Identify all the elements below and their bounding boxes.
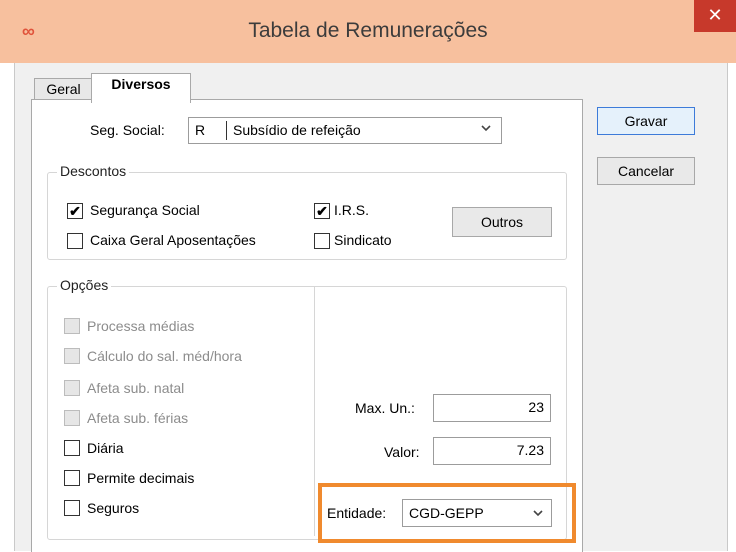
close-button[interactable]: ✕ (694, 0, 736, 32)
processa-medias-label: Processa médias (87, 318, 195, 334)
seguros-label: Seguros (87, 500, 140, 516)
seguranca-social-label: Segurança Social (90, 202, 200, 218)
outros-button[interactable]: Outros (452, 207, 552, 237)
seg-social-value: Subsídio de refeição (233, 122, 361, 138)
irs-label: I.R.S. (334, 202, 370, 218)
entidade-select[interactable]: CGD-GEPP (402, 499, 552, 527)
valor-label: Valor: (384, 444, 420, 460)
seg-social-separator (226, 121, 227, 140)
entidade-label: Entidade: (327, 505, 387, 521)
afeta-sub-natal-checkbox (64, 380, 80, 396)
window-title: Tabela de Remunerações (248, 19, 488, 42)
calculo-sal-label: Cálculo do sal. méd/hora (87, 348, 242, 364)
processa-medias-checkbox (64, 318, 80, 334)
max-un-input[interactable]: 23 (433, 394, 551, 422)
caixa-geral-checkbox[interactable] (67, 233, 83, 249)
seg-social-label: Seg. Social: (90, 122, 165, 138)
diaria-checkbox[interactable] (64, 440, 80, 456)
afeta-sub-ferias-label: Afeta sub. férias (87, 410, 189, 426)
seg-social-select[interactable]: R Subsídio de refeição (188, 117, 502, 144)
tab-diversos[interactable]: Diversos (91, 73, 191, 103)
valor-input[interactable]: 7.23 (433, 437, 551, 465)
seguros-checkbox[interactable] (64, 500, 80, 516)
entidade-value: CGD-GEPP (409, 505, 484, 521)
max-un-label: Max. Un.: (355, 400, 415, 416)
irs-checkbox[interactable]: ✔ (314, 203, 330, 219)
permite-decimais-checkbox[interactable] (64, 470, 80, 486)
sindicato-label: Sindicato (334, 232, 392, 248)
afeta-sub-natal-label: Afeta sub. natal (87, 380, 185, 396)
opcoes-legend: Opções (57, 277, 112, 293)
afeta-sub-ferias-checkbox (64, 410, 80, 426)
descontos-legend: Descontos (57, 163, 130, 179)
tab-geral[interactable]: Geral (34, 78, 93, 101)
diaria-label: Diária (87, 440, 124, 456)
sindicato-checkbox[interactable] (314, 233, 330, 249)
cancelar-button[interactable]: Cancelar (597, 157, 695, 185)
chevron-down-icon[interactable] (479, 121, 493, 138)
permite-decimais-label: Permite decimais (87, 470, 195, 486)
opcoes-divider (314, 286, 315, 536)
calculo-sal-checkbox (64, 348, 80, 364)
seg-social-code: R (195, 122, 206, 138)
seguranca-social-checkbox[interactable]: ✔ (67, 203, 83, 219)
chevron-down-icon[interactable] (531, 506, 545, 523)
gravar-button[interactable]: Gravar (597, 107, 695, 135)
caixa-geral-label: Caixa Geral Aposentações (90, 232, 256, 248)
